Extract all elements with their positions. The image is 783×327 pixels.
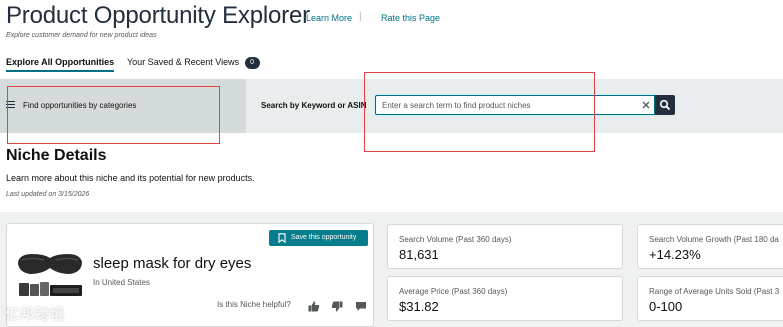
search-input[interactable] — [375, 95, 655, 115]
metric-label: Search Volume Growth (Past 180 da — [649, 235, 779, 244]
metric-card-search-volume: Search Volume (Past 360 days) 81,631 — [387, 224, 623, 269]
rate-page-link[interactable]: Rate this Page — [381, 13, 440, 23]
page-title: Product Opportunity Explorer — [6, 2, 310, 29]
thumbs-up-icon[interactable] — [308, 299, 320, 312]
tab-label: Your Saved & Recent Views — [127, 57, 240, 67]
search-icon — [659, 99, 671, 111]
metric-card-search-volume-growth: Search Volume Growth (Past 180 da +14.23… — [637, 224, 783, 269]
page-subtitle: Explore customer demand for new product … — [6, 32, 157, 39]
niche-market: In United States — [93, 278, 150, 287]
bookmark-icon — [278, 233, 286, 243]
metric-card-average-price: Average Price (Past 360 days) $31.82 — [387, 276, 623, 321]
metric-card-units-sold-range: Range of Average Units Sold (Past 3 0-10… — [637, 276, 783, 321]
niche-details-description: Learn more about this niche and its pote… — [6, 173, 255, 183]
last-updated-text: Last updated on 3/15/2026 — [6, 191, 90, 198]
metric-label: Range of Average Units Sold (Past 3 — [649, 287, 780, 296]
find-by-categories-label[interactable]: Find opportunities by categories — [23, 101, 136, 110]
menu-icon[interactable] — [6, 101, 15, 109]
metric-value: 81,631 — [399, 247, 439, 262]
metric-label: Average Price (Past 360 days) — [399, 287, 508, 296]
tab-explore-all-opportunities[interactable]: Explore All Opportunities — [6, 57, 115, 72]
thumbs-down-icon[interactable] — [331, 299, 343, 312]
save-button-label: Save this opportunity — [291, 234, 357, 241]
metric-value: $31.82 — [399, 299, 439, 314]
helpful-question: Is this Niche helpful? — [217, 300, 291, 309]
saved-count-badge: 0 — [244, 57, 260, 69]
niche-name: sleep mask for dry eyes — [93, 255, 252, 272]
watermark: 亿邦跨境 — [5, 306, 65, 322]
keyword-search-label: Search by Keyword or ASIN — [261, 101, 367, 110]
learn-more-link[interactable]: Learn More — [306, 13, 352, 23]
header-separator: | — [359, 11, 362, 22]
metric-label: Search Volume (Past 360 days) — [399, 235, 512, 244]
niche-details-title: Niche Details — [6, 147, 107, 164]
clear-icon[interactable] — [640, 98, 652, 110]
save-opportunity-button[interactable]: Save this opportunity — [269, 230, 368, 246]
tab-saved-recent-views[interactable]: Your Saved & Recent Views 0 — [127, 57, 260, 69]
metric-value: 0-100 — [649, 299, 683, 314]
metric-value: +14.23% — [649, 247, 701, 262]
tab-label: Explore All Opportunities — [6, 57, 115, 67]
search-button[interactable] — [655, 95, 675, 115]
sleep-mask-product-image — [18, 254, 82, 296]
comment-icon[interactable] — [355, 299, 367, 311]
